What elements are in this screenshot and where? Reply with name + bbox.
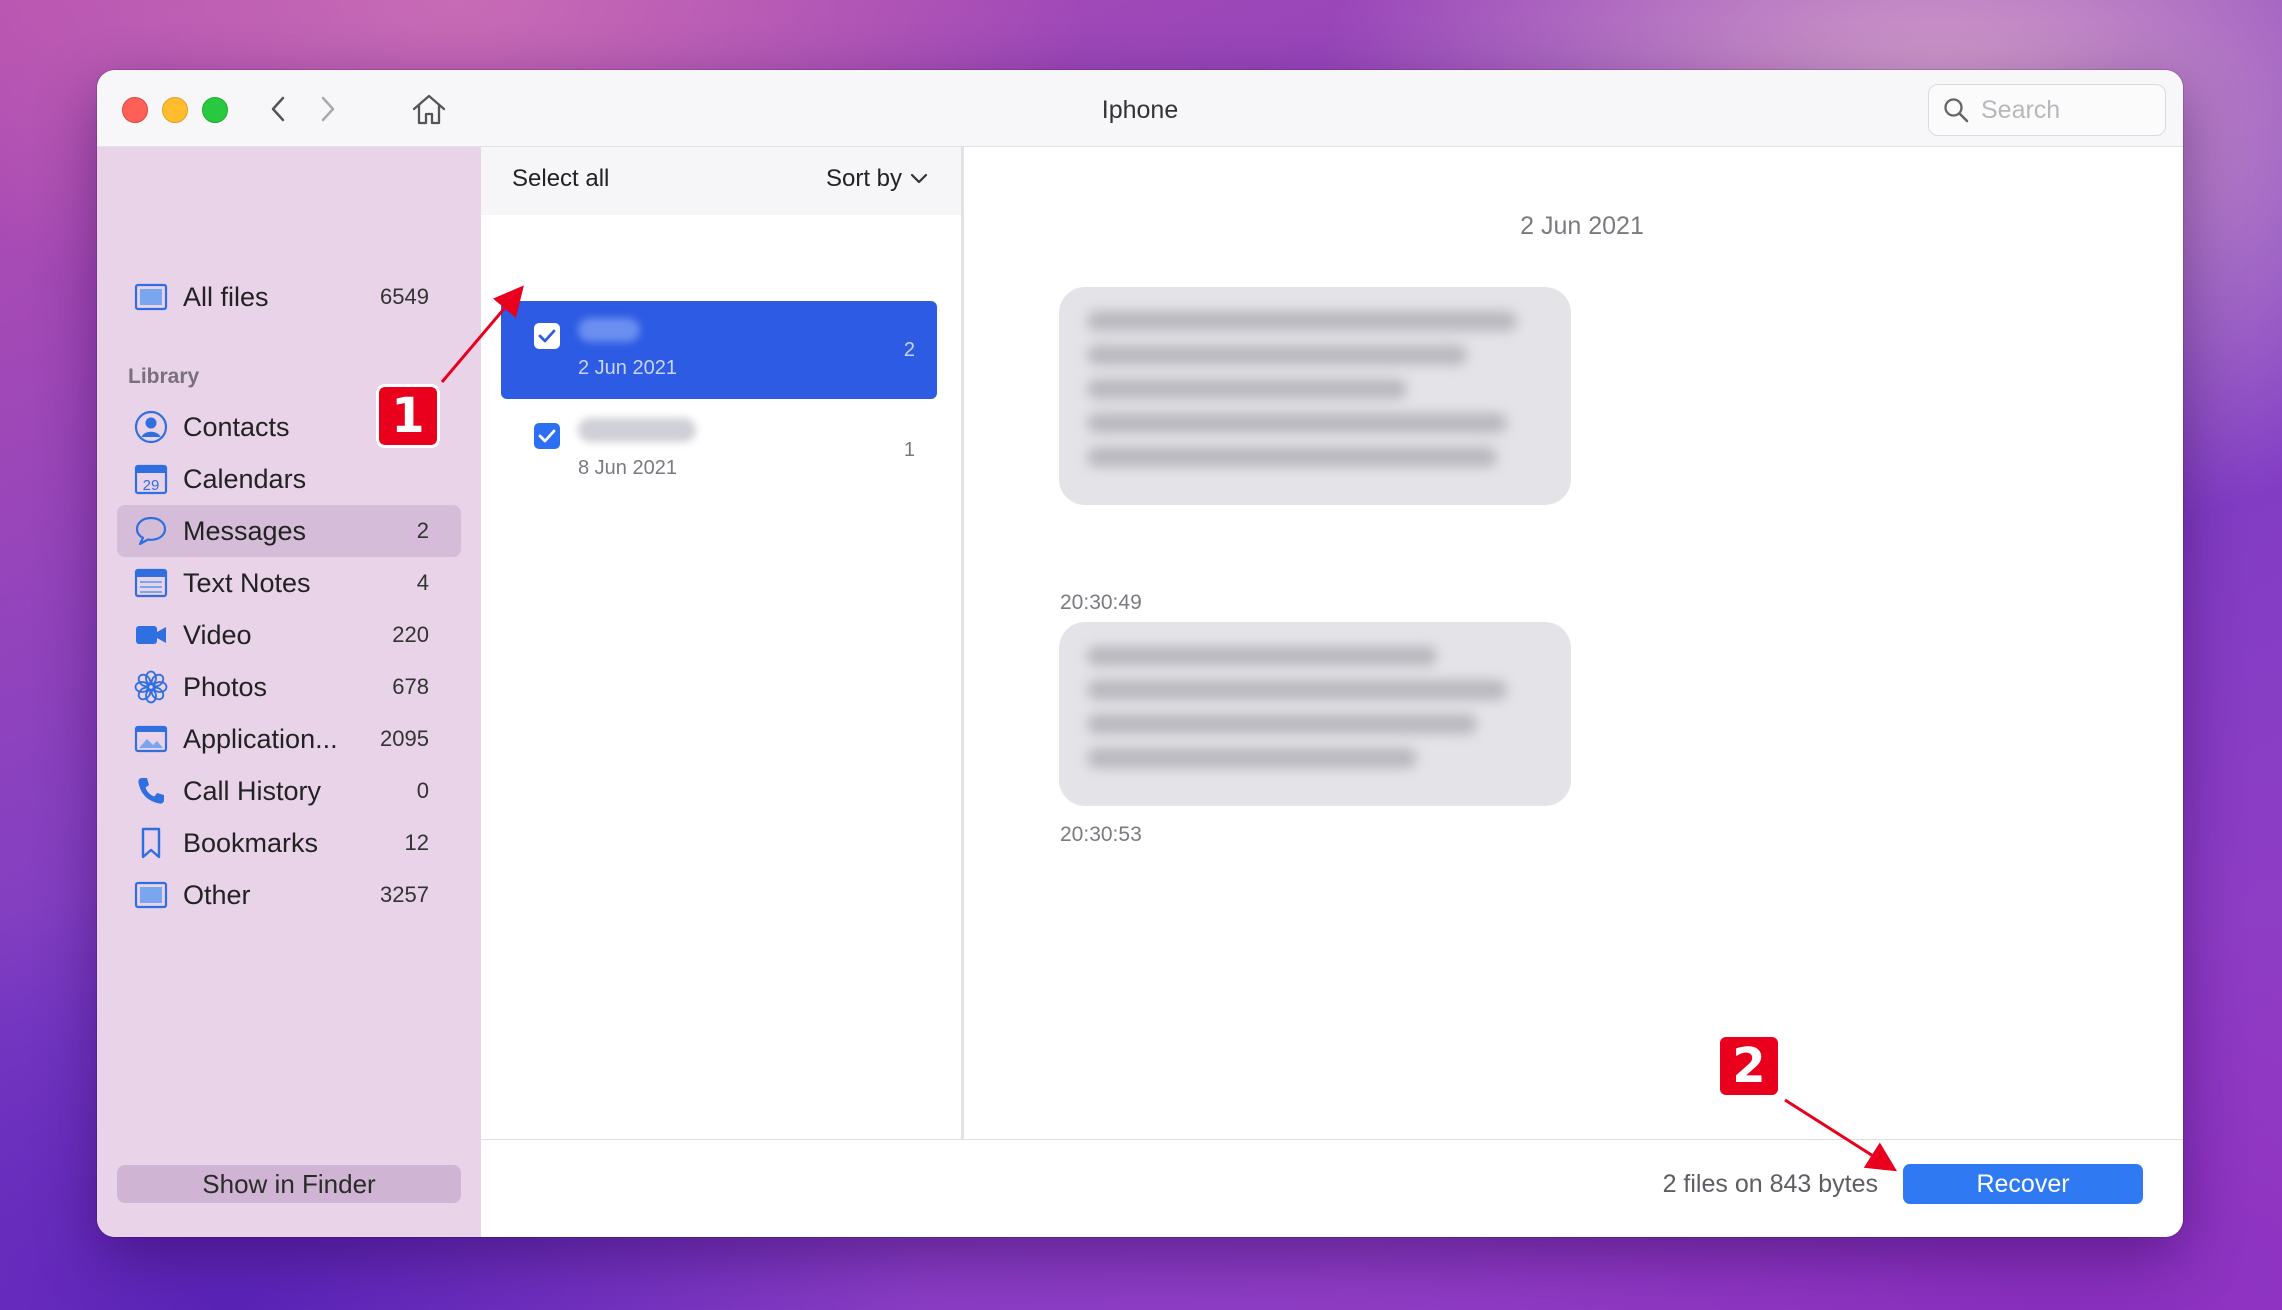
- sidebar-item-count: 3257: [380, 882, 429, 907]
- list-header: Select all Sort by: [481, 147, 961, 215]
- conversation-date-header: 2 Jun 2021: [1520, 212, 1644, 240]
- bookmark-icon: [141, 827, 161, 859]
- sidebar-item-label: Contacts: [183, 411, 290, 442]
- sidebar-item-other[interactable]: Other 3257: [117, 869, 461, 921]
- sidebar-item-label: Bookmarks: [183, 827, 319, 858]
- svg-text:29: 29: [143, 477, 160, 494]
- sidebar-item-label: Call History: [183, 775, 322, 806]
- sidebar: All files 6549 Library Contacts 55 29 Ca…: [97, 147, 481, 1237]
- annotation-badge-1: 1: [376, 384, 440, 448]
- conversation-list: Select all Sort by 2 Jun 2021 2 8 Jun 20…: [481, 147, 964, 1159]
- sort-by-label: Sort by: [825, 165, 902, 192]
- redacted-text-line: [1087, 714, 1477, 734]
- sidebar-item-all-files[interactable]: All files 6549: [117, 271, 461, 323]
- conversation-count: 2: [903, 339, 915, 361]
- sidebar-item-label: Messages: [183, 515, 307, 546]
- message-bubble: [1059, 287, 1571, 505]
- folder-icon: [134, 881, 168, 909]
- sidebar-item-messages[interactable]: Messages 2: [117, 505, 461, 557]
- list-item[interactable]: 8 Jun 2021 1: [501, 401, 937, 499]
- all-files-icon: [134, 283, 168, 311]
- checkmark-icon: [538, 429, 556, 443]
- redacted-text-line: [1087, 748, 1417, 768]
- show-in-finder-button[interactable]: Show in Finder: [117, 1165, 461, 1203]
- sidebar-item-count: 2095: [380, 726, 429, 751]
- sidebar-item-label: Other: [183, 879, 251, 910]
- phone-icon: [138, 778, 164, 804]
- sidebar-item-label: Calendars: [183, 463, 307, 494]
- sidebar-item-label: All files: [183, 281, 269, 312]
- sidebar-item-applications[interactable]: Application... 2095: [117, 713, 461, 765]
- message-time: 20:30:53: [1060, 823, 1142, 846]
- sidebar-item-label: Photos: [183, 671, 268, 702]
- conversation-date: 8 Jun 2021: [578, 457, 677, 479]
- redacted-contact-name: [578, 418, 696, 442]
- redacted-text-line: [1087, 447, 1497, 467]
- conversation-count: 1: [903, 439, 915, 461]
- application-icon: [134, 725, 168, 753]
- sidebar-item-label: Video: [183, 619, 252, 650]
- notes-icon: [134, 568, 168, 598]
- photos-flower-icon: [134, 670, 168, 704]
- sort-by-dropdown[interactable]: Sort by: [826, 165, 928, 193]
- redacted-text-line: [1087, 680, 1507, 700]
- sidebar-item-count: 4: [416, 570, 429, 595]
- sidebar-item-label: Application...: [183, 723, 338, 754]
- search-field[interactable]: [1928, 84, 2166, 136]
- bottom-bar: 2 files on 843 bytes Recover: [481, 1139, 2183, 1237]
- message-bubble: [1059, 622, 1571, 806]
- message-detail-pane: 2 Jun 2021 20:30:49 20:30:53: [981, 147, 2183, 1159]
- list-item[interactable]: 2 Jun 2021 2: [501, 301, 937, 399]
- sidebar-item-count: 0: [416, 778, 429, 803]
- redacted-contact-name: [578, 318, 640, 342]
- sidebar-item-label: Text Notes: [183, 567, 311, 598]
- sidebar-item-bookmarks[interactable]: Bookmarks 12: [117, 817, 461, 869]
- sidebar-item-count: 2: [416, 518, 429, 543]
- window-title: Iphone: [1101, 96, 1179, 124]
- redacted-text-line: [1087, 345, 1467, 365]
- redacted-text-line: [1087, 311, 1517, 331]
- sidebar-item-count: 6549: [380, 284, 429, 309]
- select-all-button[interactable]: Select all: [512, 165, 609, 193]
- sidebar-item-photos[interactable]: Photos 678: [117, 661, 461, 713]
- sidebar-item-calendars[interactable]: 29 Calendars: [117, 453, 461, 505]
- checkmark-icon: [538, 329, 556, 343]
- sidebar-item-count: 12: [404, 830, 429, 855]
- sidebar-item-text-notes[interactable]: Text Notes 4: [117, 557, 461, 609]
- contacts-icon: [134, 410, 168, 444]
- selection-status: 2 files on 843 bytes: [1662, 1170, 1878, 1198]
- calendar-icon: 29: [134, 464, 168, 495]
- video-camera-icon: [136, 626, 166, 644]
- message-bubble-icon: [135, 516, 167, 546]
- annotation-badge-2: 2: [1717, 1034, 1781, 1098]
- conversation-checkbox[interactable]: [534, 323, 560, 349]
- app-window: Iphone All files 6549 Library Contacts 5…: [97, 70, 2183, 1237]
- sidebar-item-video[interactable]: Video 220: [117, 609, 461, 661]
- redacted-text-line: [1087, 379, 1407, 399]
- search-icon: [1944, 98, 1969, 123]
- sidebar-item-count: 678: [392, 674, 429, 699]
- message-time: 20:30:49: [1060, 591, 1142, 614]
- conversation-checkbox[interactable]: [534, 423, 560, 449]
- recover-button[interactable]: Recover: [1903, 1164, 2143, 1204]
- search-input[interactable]: [1979, 94, 2153, 126]
- library-section-label: Library: [128, 365, 200, 388]
- redacted-text-line: [1087, 413, 1507, 433]
- sidebar-item-count: 220: [392, 622, 429, 647]
- redacted-text-line: [1087, 646, 1437, 666]
- conversation-date: 2 Jun 2021: [578, 357, 677, 379]
- title-bar: Iphone: [97, 70, 2183, 147]
- chevron-down-icon: [910, 173, 928, 184]
- sidebar-item-call-history[interactable]: Call History 0: [117, 765, 461, 817]
